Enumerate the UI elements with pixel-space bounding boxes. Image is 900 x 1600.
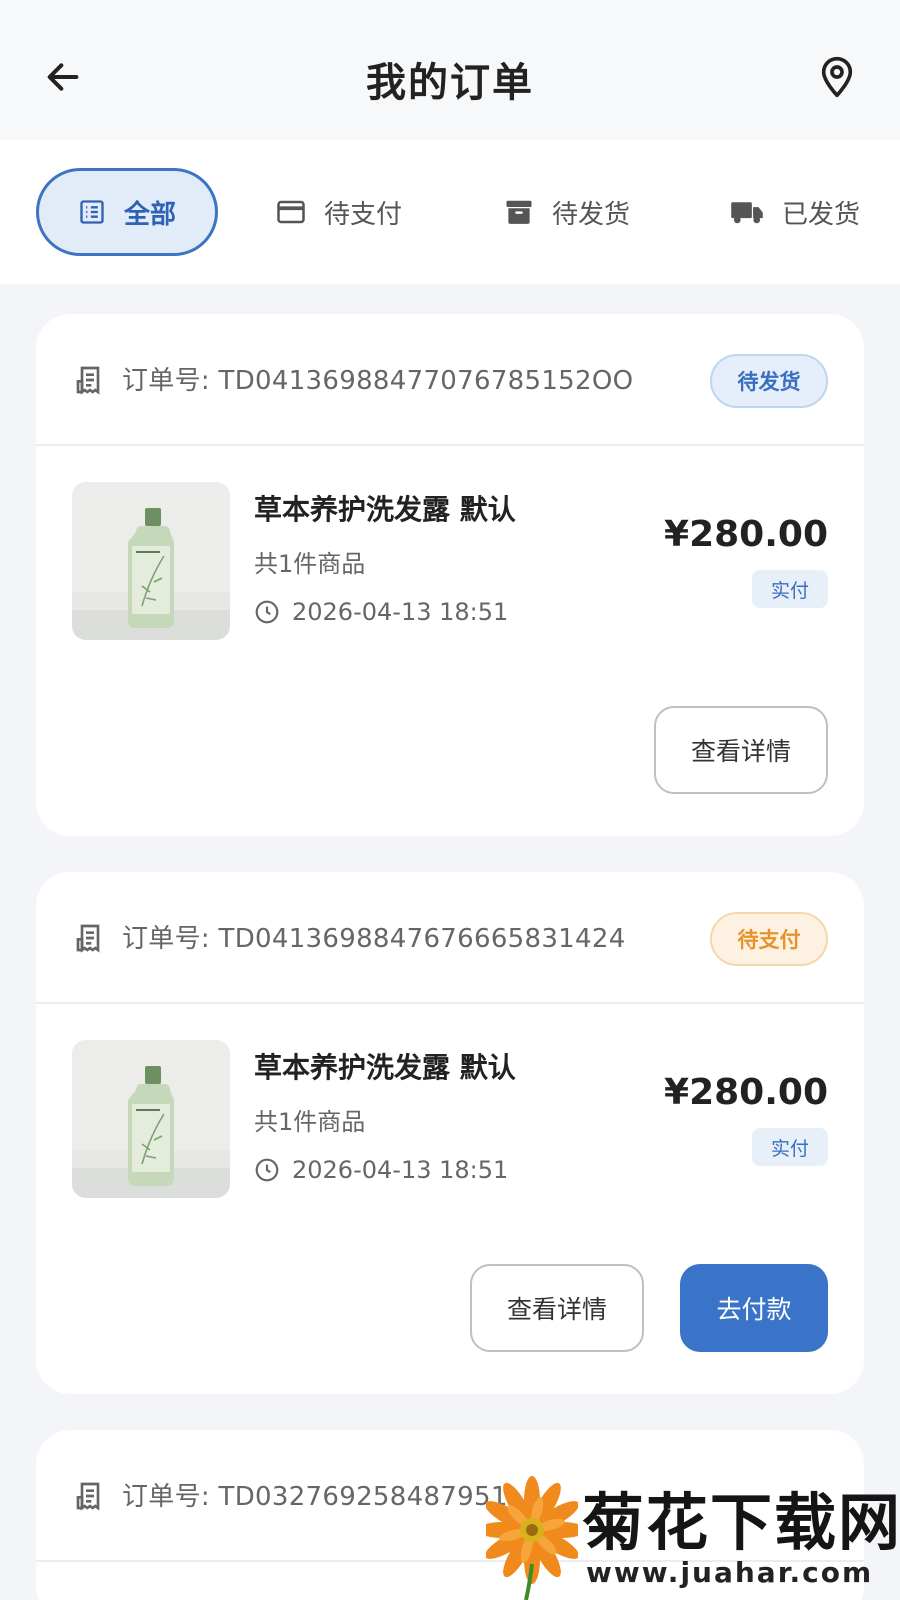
page-title: 我的订单	[366, 60, 534, 106]
pay-now-button[interactable]: 去付款	[680, 1264, 828, 1352]
location-pin-icon	[821, 56, 853, 98]
product-image[interactable]	[72, 482, 230, 640]
order-price: ¥280.00	[664, 514, 828, 555]
order-time-value: 2026-04-13 18:51	[292, 598, 509, 626]
tab-label: 全部	[123, 199, 176, 230]
order-card-header: 订单号: TD0413698847676665831424 待支付	[36, 872, 864, 1004]
credit-card-icon	[276, 199, 306, 225]
order-card: 订单号: TD04136988477076785152OO 待发货 草本养护洗发…	[36, 314, 864, 836]
order-time: 2026-04-13 18:51	[254, 1156, 508, 1184]
receipt-icon	[76, 366, 100, 395]
order-card: 订单号: TD0413698847676665831424 待支付 草本养护洗发…	[36, 872, 864, 1394]
watermark-text: 菊花下载网	[582, 1486, 900, 1559]
order-number: 订单号: TD0413698847676665831424	[122, 924, 626, 954]
paid-tag: 实付	[752, 570, 828, 608]
truck-icon	[730, 199, 764, 225]
order-card-header: 订单号: TD04136988477076785152OO 待发货	[36, 314, 864, 446]
order-number: 订单号: TD032769258487951	[122, 1482, 508, 1512]
app-header: 我的订单	[0, 0, 900, 140]
view-details-button[interactable]: 查看详情	[654, 706, 828, 794]
order-time: 2026-04-13 18:51	[254, 598, 508, 626]
status-badge: 待支付	[710, 912, 828, 966]
order-time-value: 2026-04-13 18:51	[292, 1156, 509, 1184]
product-image[interactable]	[72, 1040, 230, 1198]
tab-shipped[interactable]: 已发货	[730, 168, 860, 256]
tab-label: 已发货	[782, 199, 861, 230]
item-count: 共1件商品	[254, 1108, 366, 1136]
tab-pending-payment[interactable]: 待支付	[276, 168, 402, 256]
order-status-tabs: 全部 待支付 待发货 已发货	[0, 140, 900, 284]
order-price: ¥280.00	[664, 1072, 828, 1113]
clock-icon	[254, 1157, 280, 1183]
watermark-url: www.juahar.com	[586, 1556, 874, 1589]
tab-label: 待支付	[324, 199, 403, 230]
order-number: 订单号: TD04136988477076785152OO	[122, 366, 634, 396]
product-name: 草本养护洗发露 默认	[254, 493, 516, 526]
product-name: 草本养护洗发露 默认	[254, 1051, 516, 1084]
status-badge: 待发货	[710, 354, 828, 408]
tab-pending-shipment[interactable]: 待发货	[504, 168, 630, 256]
paid-tag: 实付	[752, 1128, 828, 1166]
view-details-button[interactable]: 查看详情	[470, 1264, 644, 1352]
clock-icon	[254, 599, 280, 625]
tab-label: 待发货	[552, 199, 631, 230]
receipt-icon	[76, 1482, 100, 1511]
list-icon	[78, 198, 106, 226]
location-button[interactable]	[812, 52, 862, 102]
flower-logo-icon	[486, 1476, 578, 1600]
item-count: 共1件商品	[254, 550, 366, 578]
archive-box-icon	[504, 197, 534, 227]
receipt-icon	[76, 924, 100, 953]
site-watermark: 菊花下载网 www.juahar.com	[486, 1466, 900, 1600]
tab-all[interactable]: 全部	[36, 168, 218, 256]
